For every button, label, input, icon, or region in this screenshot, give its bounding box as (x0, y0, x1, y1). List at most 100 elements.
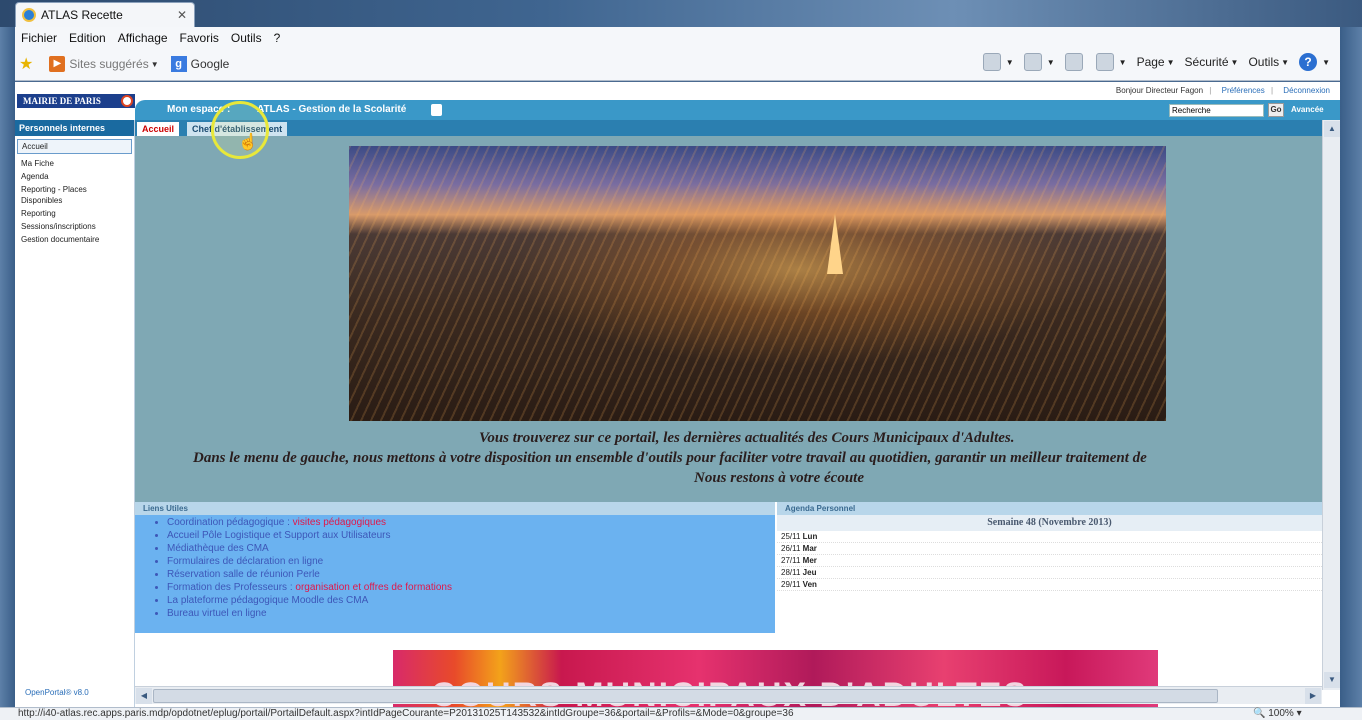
zoom-value: 100% (1268, 708, 1294, 719)
chevron-down-icon: ▼ (150, 59, 159, 69)
print-button[interactable]: ▼ (1095, 53, 1127, 71)
day-name: Lun (802, 532, 818, 541)
link-text[interactable]: Coordination pédagogique : (167, 517, 293, 528)
nav-item-ma-fiche[interactable]: Ma Fiche (15, 157, 134, 170)
scroll-down-icon[interactable]: ▼ (1324, 672, 1340, 688)
link-item[interactable]: La plateforme pédagogique Moodle des CMA (167, 594, 775, 607)
preferences-link[interactable]: Préférences (1222, 86, 1265, 95)
chevron-down-icon: ▼ (1322, 57, 1330, 67)
search-input[interactable] (1169, 104, 1264, 117)
google-favorite[interactable]: g Google (170, 56, 229, 72)
nav-item-reporting[interactable]: Reporting (15, 207, 134, 220)
document-icon[interactable] (431, 104, 442, 116)
link-item[interactable]: Réservation salle de réunion Perle (167, 568, 775, 581)
nav-item-agenda[interactable]: Agenda (15, 170, 134, 183)
agenda-day[interactable]: 27/11 Mer (777, 555, 1322, 567)
horizontal-scrollbar[interactable]: ◀ ▶ (135, 686, 1322, 704)
chevron-down-icon: ▼ (1118, 57, 1127, 67)
zoom-level[interactable]: 🔍 100% ▾ (1253, 708, 1302, 719)
hand-cursor-icon: ☝ (238, 134, 258, 151)
printer-icon (1095, 53, 1114, 71)
agenda-day[interactable]: 29/11 Ven (777, 579, 1322, 591)
feeds-button[interactable]: ▼ (1023, 53, 1055, 71)
home-icon (982, 53, 1001, 71)
menu-outils[interactable]: Outils (231, 31, 262, 45)
command-bar: ▼ ▼ ▼ Page ▼ Sécurité ▼ Outils ▼ ? ▼ (973, 53, 1330, 71)
link-text[interactable]: Bureau virtuel en ligne (167, 608, 267, 619)
chevron-down-icon: ▼ (1166, 57, 1175, 67)
day-date: 28/11 (781, 568, 801, 577)
close-tab-icon[interactable]: ✕ (174, 7, 190, 23)
scroll-left-icon[interactable]: ◀ (136, 688, 152, 704)
menu-favoris[interactable]: Favoris (180, 31, 219, 45)
suggested-sites-button[interactable]: ▶ Sites suggérés ▼ (49, 56, 159, 72)
portal-tabs: Accueil Chef d'établissement (135, 120, 1340, 136)
link-item[interactable]: Bureau virtuel en ligne (167, 607, 775, 620)
home-button[interactable]: ▼ (982, 53, 1014, 71)
browser-toolbar: Fichier Edition Affichage Favoris Outils… (15, 27, 1340, 81)
menu-edition[interactable]: Edition (69, 31, 106, 45)
tab-accueil[interactable]: Accueil (137, 122, 180, 136)
status-url: http://i40-atlas.rec.apps.paris.mdp/opdo… (18, 708, 794, 719)
agenda-day[interactable]: 28/11 Jeu (777, 567, 1322, 579)
nav-item-sessions[interactable]: Sessions/inscriptions (15, 220, 134, 233)
main-content: Vous trouverez sur ce portail, les derni… (135, 136, 1322, 707)
nav-item-gestion-documentaire[interactable]: Gestion documentaire (15, 233, 134, 246)
hero-line-1: Vous trouverez sur ce portail, les derni… (479, 430, 1015, 446)
mail-icon (1064, 53, 1083, 71)
logout-link[interactable]: Déconnexion (1283, 86, 1330, 95)
link-text[interactable]: Accueil Pôle Logistique et Support aux U… (167, 530, 390, 541)
link-text[interactable]: Formation des Professeurs : (167, 582, 295, 593)
vertical-scrollbar[interactable]: ▲ ▼ (1322, 120, 1340, 690)
separator: | (1270, 86, 1274, 95)
scroll-up-icon[interactable]: ▲ (1324, 121, 1340, 137)
logo-text: MAIRIE DE PARIS (23, 96, 101, 106)
tools-menu-label: Outils (1248, 55, 1280, 69)
menu-fichier[interactable]: Fichier (21, 31, 57, 45)
nav-item-accueil[interactable]: Accueil (17, 139, 132, 154)
link-highlight[interactable]: organisation et offres de formations (295, 582, 452, 593)
chevron-down-icon: ▼ (1046, 57, 1055, 67)
agenda-day[interactable]: 26/11 Mar (777, 543, 1322, 555)
link-item[interactable]: Coordination pédagogique : visites pédag… (167, 516, 775, 529)
browser-tab[interactable]: ATLAS Recette ✕ (15, 2, 195, 27)
tools-menu[interactable]: Outils ▼ (1248, 55, 1289, 69)
day-date: 27/11 (781, 556, 801, 565)
scroll-thumb[interactable] (153, 689, 1218, 703)
link-item[interactable]: Médiathèque des CMA (167, 542, 775, 555)
google-icon: g (170, 56, 187, 72)
paris-night-photo (349, 146, 1166, 421)
link-text[interactable]: Médiathèque des CMA (167, 543, 269, 554)
agenda-heading: Agenda Personnel (777, 502, 1322, 515)
agenda-panel: Agenda Personnel Semaine 48 (Novembre 20… (777, 502, 1322, 607)
suggested-sites-label: Sites suggérés (69, 57, 149, 71)
link-text[interactable]: Formulaires de déclaration en ligne (167, 556, 323, 567)
link-text[interactable]: Réservation salle de réunion Perle (167, 569, 320, 580)
app-title: ATLAS - Gestion de la Scolarité (257, 104, 407, 115)
day-date: 29/11 (781, 580, 801, 589)
link-text[interactable]: La plateforme pédagogique Moodle des CMA (167, 595, 368, 606)
security-menu[interactable]: Sécurité ▼ (1185, 55, 1239, 69)
advanced-search-link[interactable]: Avancée (1291, 105, 1324, 114)
ie-icon (22, 8, 36, 22)
day-name: Ven (802, 580, 817, 589)
page-menu[interactable]: Page ▼ (1137, 55, 1175, 69)
page-viewport: MAIRIE DE PARIS Bonjour Directeur Fagon … (15, 82, 1340, 707)
search-go-button[interactable]: Go (1268, 103, 1284, 117)
menu-affichage[interactable]: Affichage (118, 31, 168, 45)
favorites-button[interactable]: ★ (19, 54, 37, 74)
mail-button[interactable] (1064, 53, 1086, 71)
menu-help[interactable]: ? (274, 31, 281, 45)
scroll-right-icon[interactable]: ▶ (1305, 688, 1321, 704)
link-item[interactable]: Formation des Professeurs : organisation… (167, 581, 775, 594)
link-item[interactable]: Accueil Pôle Logistique et Support aux U… (167, 529, 775, 542)
paris-logo-icon (121, 95, 133, 107)
day-name: Jeu (802, 568, 817, 577)
page-menu-label: Page (1136, 55, 1165, 69)
mairie-logo[interactable]: MAIRIE DE PARIS (17, 94, 135, 108)
nav-item-reporting-places[interactable]: Reporting - Places Disponibles (15, 183, 134, 207)
link-item[interactable]: Formulaires de déclaration en ligne (167, 555, 775, 568)
link-highlight[interactable]: visites pédagogiques (293, 517, 386, 528)
agenda-day[interactable]: 25/11 Lun (777, 531, 1322, 543)
help-menu[interactable]: ? ▼ (1299, 53, 1330, 71)
